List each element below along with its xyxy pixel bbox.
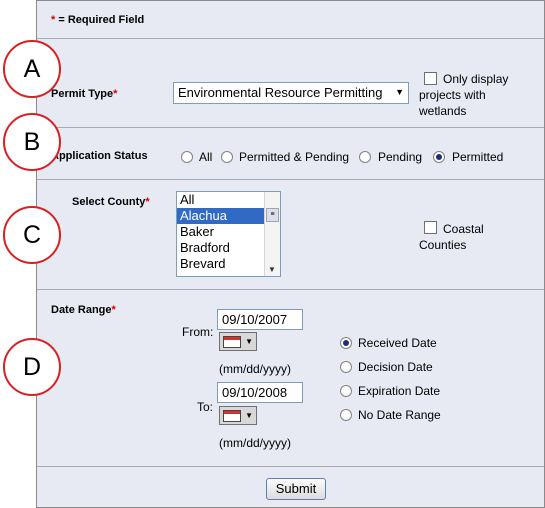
permit-type-label-text: Permit Type bbox=[51, 88, 114, 100]
listbox-scrollbar[interactable]: ≡ ▼ bbox=[264, 192, 280, 276]
wetlands-label-line2: projects with bbox=[419, 88, 486, 102]
wetlands-label-line3: wetlands bbox=[419, 104, 467, 118]
marker-b: B bbox=[3, 113, 61, 171]
to-label: To: bbox=[197, 400, 214, 414]
divider bbox=[37, 179, 544, 180]
coastal-label-line1: Coastal bbox=[443, 222, 484, 236]
to-date-input[interactable]: 09/10/2008 bbox=[217, 382, 303, 403]
status-option-pending: Pending bbox=[378, 150, 423, 164]
status-radio-permitted-pending[interactable] bbox=[221, 151, 233, 163]
date-type-decision: Decision Date bbox=[358, 360, 433, 374]
from-calendar-button[interactable]: ▼ bbox=[219, 332, 257, 351]
calendar-icon bbox=[223, 410, 241, 422]
divider bbox=[37, 127, 544, 128]
from-date-input[interactable]: 09/10/2007 bbox=[217, 309, 303, 330]
date-type-radio-expiration[interactable] bbox=[340, 385, 352, 397]
divider bbox=[37, 289, 544, 290]
marker-a: A bbox=[3, 40, 61, 98]
permit-type-label: Permit Type* bbox=[51, 88, 117, 100]
wetlands-label-line1: Only display bbox=[443, 72, 509, 86]
divider bbox=[37, 466, 544, 467]
required-note-text: = Required Field bbox=[55, 14, 145, 26]
status-radio-permitted[interactable] bbox=[433, 151, 445, 163]
select-county-label: Select County* bbox=[72, 196, 150, 208]
marker-d: D bbox=[3, 338, 61, 396]
from-label: From: bbox=[182, 325, 214, 339]
required-asterisk: * bbox=[111, 304, 116, 316]
from-format-hint: (mm/dd/yyyy) bbox=[219, 362, 291, 376]
permit-type-selected-value: Environmental Resource Permitting bbox=[178, 85, 383, 100]
wetlands-checkbox[interactable] bbox=[424, 72, 437, 85]
date-type-radio-no-range[interactable] bbox=[340, 409, 352, 421]
select-county-label-text: Select County bbox=[72, 196, 146, 208]
status-option-all: All bbox=[199, 150, 213, 164]
marker-c: C bbox=[3, 206, 61, 264]
date-type-received: Received Date bbox=[358, 336, 437, 350]
to-format-hint: (mm/dd/yyyy) bbox=[219, 436, 291, 450]
coastal-counties-checkbox[interactable] bbox=[424, 221, 437, 234]
status-radio-pending[interactable] bbox=[359, 151, 371, 163]
divider bbox=[37, 38, 544, 39]
status-option-permitted-pending: Permitted & Pending bbox=[239, 150, 350, 164]
required-asterisk: * bbox=[145, 196, 150, 208]
status-radio-all[interactable] bbox=[181, 151, 193, 163]
application-status-label: Application Status bbox=[51, 150, 148, 162]
date-type-no-range: No Date Range bbox=[358, 408, 441, 422]
date-type-radio-received[interactable] bbox=[340, 337, 352, 349]
county-listbox[interactable]: All Alachua Baker Bradford Brevard ≡ ▼ bbox=[176, 191, 281, 277]
chevron-down-icon: ▼ bbox=[245, 337, 253, 346]
submit-button[interactable]: Submit bbox=[266, 478, 326, 500]
date-type-expiration: Expiration Date bbox=[358, 384, 441, 398]
chevron-down-icon: ▼ bbox=[245, 411, 253, 420]
permit-type-select[interactable]: Environmental Resource Permitting ▼ bbox=[173, 82, 409, 104]
to-calendar-button[interactable]: ▼ bbox=[219, 406, 257, 425]
required-asterisk: * bbox=[113, 88, 118, 100]
county-item-selected[interactable]: Alachua bbox=[177, 208, 264, 224]
coastal-label-line2: Counties bbox=[419, 238, 467, 252]
scroll-down-icon[interactable]: ▼ bbox=[268, 265, 276, 274]
date-range-label: Date Range* bbox=[51, 304, 116, 316]
search-form-panel: * = Required Field Permit Type* Environm… bbox=[36, 0, 545, 508]
required-field-note: * = Required Field bbox=[51, 14, 144, 26]
date-type-radio-decision[interactable] bbox=[340, 361, 352, 373]
status-option-permitted: Permitted bbox=[452, 150, 504, 164]
date-range-label-text: Date Range bbox=[51, 304, 112, 316]
chevron-down-icon: ▼ bbox=[395, 87, 404, 97]
calendar-icon bbox=[223, 336, 241, 348]
scrollbar-thumb[interactable]: ≡ bbox=[266, 208, 279, 222]
